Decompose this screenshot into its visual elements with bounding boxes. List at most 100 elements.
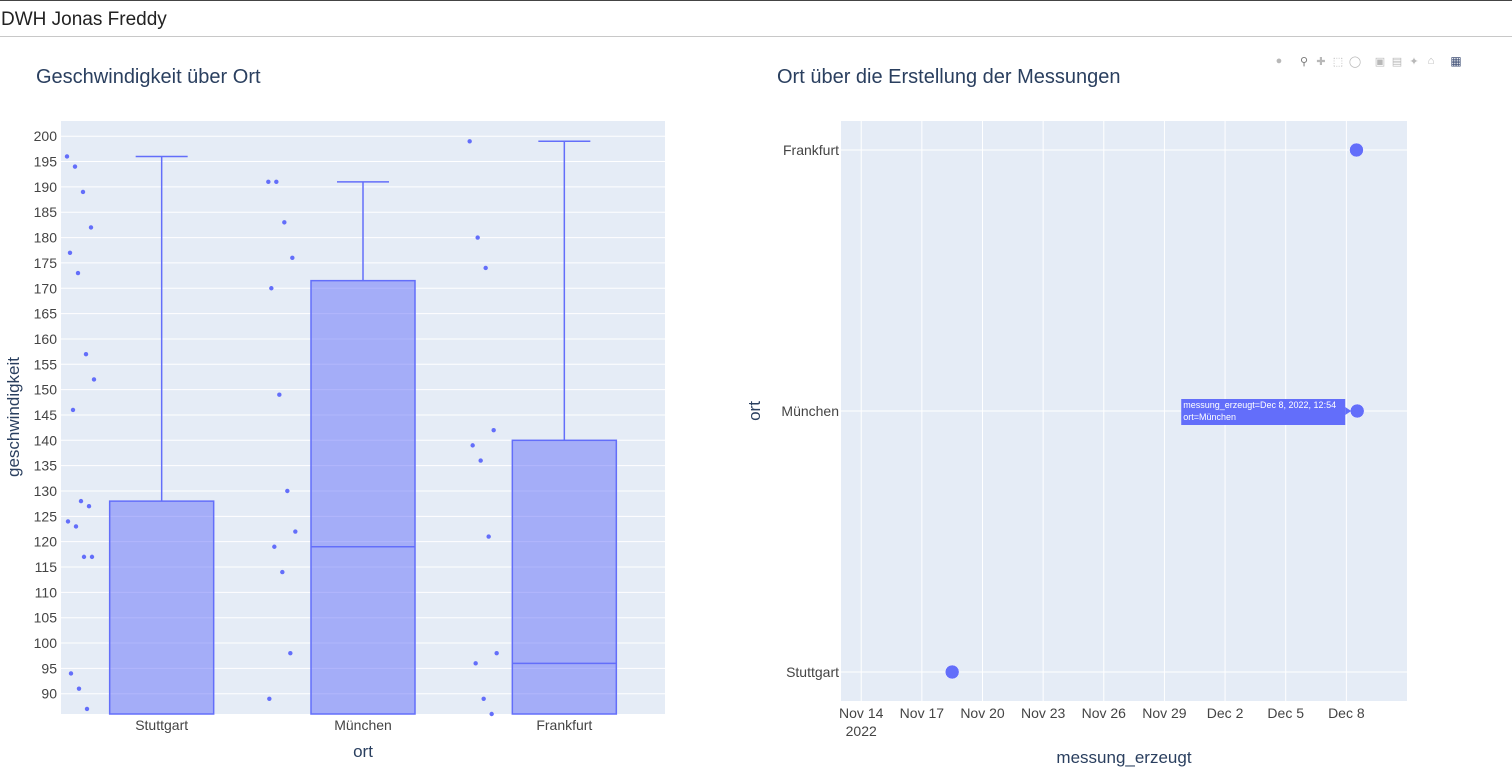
box-x-ticklabels: Stuttgart München Frankfurt bbox=[135, 717, 592, 733]
box-point bbox=[78, 498, 84, 504]
hover-tooltip: messung_erzeugt=Dec 8, 2022, 12:54 ort=M… bbox=[1181, 399, 1352, 425]
scatter-y-tick: München bbox=[781, 403, 839, 419]
scatter-y-ticklabels: Stuttgart München Frankfurt bbox=[781, 142, 839, 680]
box-point bbox=[73, 524, 79, 529]
scatter-x-tick: Nov 14 bbox=[839, 705, 884, 721]
box-point bbox=[65, 519, 71, 524]
box-point bbox=[470, 443, 475, 448]
box-y-tick: 150 bbox=[34, 382, 58, 398]
box-point bbox=[81, 554, 87, 560]
box-point bbox=[91, 377, 97, 382]
box-y-tick: 135 bbox=[34, 458, 58, 474]
box-point bbox=[475, 235, 480, 240]
box-y-tick: 175 bbox=[34, 255, 58, 271]
box-point bbox=[75, 270, 81, 276]
box-y-tick: 200 bbox=[34, 128, 58, 144]
box-point bbox=[486, 534, 491, 539]
box-x-axis-label: ort bbox=[353, 742, 373, 761]
box-rect bbox=[511, 439, 618, 715]
box-y-tick: 195 bbox=[34, 154, 58, 170]
box-y-tick: 165 bbox=[34, 306, 58, 322]
box-y-tick: 125 bbox=[34, 508, 58, 524]
app-title: DWH Jonas Freddy bbox=[1, 9, 167, 30]
box-point bbox=[68, 671, 74, 676]
scatter-x-tick: Dec 2 bbox=[1207, 705, 1244, 721]
box-point bbox=[489, 711, 494, 717]
box-x-tick: München bbox=[334, 717, 392, 733]
box-y-tick: 110 bbox=[35, 584, 58, 600]
app-header: DWH Jonas Freddy bbox=[0, 0, 1512, 37]
box-y-tick: 140 bbox=[34, 432, 58, 448]
scatter-chart: Ort über die Erstellung der Messungen St… bbox=[745, 66, 1407, 767]
box-rect bbox=[108, 500, 215, 715]
box-point bbox=[494, 650, 499, 656]
box-y-tick: 185 bbox=[34, 204, 58, 220]
scatter-y-tick: Stuttgart bbox=[786, 664, 839, 680]
box-y-tick: 115 bbox=[35, 559, 58, 575]
scatter-x-tick: Nov 26 bbox=[1082, 705, 1127, 721]
scatter-y-axis-label: ort bbox=[745, 401, 764, 421]
box-y-tick: 130 bbox=[34, 483, 58, 499]
box-y-tick: 160 bbox=[34, 331, 58, 347]
hover-line-2: ort=München bbox=[1183, 412, 1236, 422]
box-point bbox=[89, 554, 95, 560]
box-y-tick: 105 bbox=[34, 610, 58, 626]
scatter-point bbox=[1349, 403, 1365, 419]
box-point bbox=[483, 265, 488, 271]
scatter-x-tick: Dec 8 bbox=[1328, 705, 1365, 721]
box-y-tick: 155 bbox=[34, 356, 58, 372]
box-point bbox=[80, 189, 86, 195]
box-point bbox=[280, 569, 285, 575]
box-point bbox=[467, 139, 472, 144]
box-point bbox=[290, 255, 295, 261]
box-chart-title: Geschwindigkeit über Ort bbox=[36, 66, 261, 88]
box-y-tick: 180 bbox=[34, 230, 58, 246]
box-point bbox=[481, 696, 486, 701]
scatter-y-tick: Frankfurt bbox=[783, 142, 839, 158]
box-point bbox=[282, 220, 287, 225]
scatter-x-tick: Dec 5 bbox=[1267, 705, 1304, 721]
box-rect bbox=[310, 279, 416, 715]
box-y-tick: 100 bbox=[34, 635, 58, 651]
box-x-tick: Frankfurt bbox=[536, 717, 592, 733]
box-point bbox=[288, 650, 293, 656]
box-point bbox=[88, 225, 94, 230]
scatter-x-tick: Nov 17 bbox=[900, 705, 945, 721]
box-y-tick: 90 bbox=[41, 686, 57, 702]
box-y-tick: 95 bbox=[41, 660, 57, 676]
charts-canvas: Geschwindigkeit über Ort 90 95 100 105 110 11… bbox=[4, 66, 1407, 767]
hover-line-1: messung_erzeugt=Dec 8, 2022, 12:54 bbox=[1183, 400, 1336, 410]
box-point bbox=[76, 686, 82, 691]
box-y-tick: 120 bbox=[34, 534, 58, 550]
scatter-x-axis-label: messung_erzeugt bbox=[1056, 748, 1191, 767]
box-point bbox=[274, 179, 279, 185]
scatter-point bbox=[944, 664, 960, 680]
scatter-x-tick: Nov 20 bbox=[960, 705, 1005, 721]
box-y-tick: 190 bbox=[34, 179, 58, 195]
box-point bbox=[269, 286, 274, 291]
box-point bbox=[491, 427, 496, 433]
box-point bbox=[293, 529, 298, 534]
box-point bbox=[83, 351, 89, 357]
box-point bbox=[84, 706, 90, 712]
box-y-axis-label: geschwindigkeit bbox=[4, 357, 23, 477]
box-point bbox=[478, 458, 483, 463]
box-y-tick: 170 bbox=[34, 280, 58, 296]
box-y-ticklabels: 90 95 100 105 110 115 120 125 130 135 140 145 150 155… bbox=[34, 128, 58, 702]
box-point bbox=[285, 488, 290, 494]
scatter-point bbox=[1349, 142, 1364, 158]
box-x-tick: Stuttgart bbox=[135, 717, 188, 733]
box-y-tick: 145 bbox=[34, 407, 58, 423]
scatter-x-ticklabels: Nov 14 Nov 17 Nov 20 Nov 23 Nov 26 Nov 29 Dec … bbox=[839, 705, 1365, 721]
box-point bbox=[86, 503, 92, 509]
box-point bbox=[266, 179, 271, 185]
box-point bbox=[473, 661, 478, 666]
box-point bbox=[70, 407, 76, 413]
box-point bbox=[64, 154, 70, 159]
scatter-chart-title: Ort über die Erstellung der Messungen bbox=[777, 66, 1121, 88]
scatter-x-tick: Nov 29 bbox=[1142, 705, 1187, 721]
box-point bbox=[277, 392, 282, 397]
scatter-x-tick: Nov 23 bbox=[1021, 705, 1066, 721]
scatter-x-year-label: 2022 bbox=[846, 723, 877, 739]
box-point bbox=[272, 544, 277, 549]
